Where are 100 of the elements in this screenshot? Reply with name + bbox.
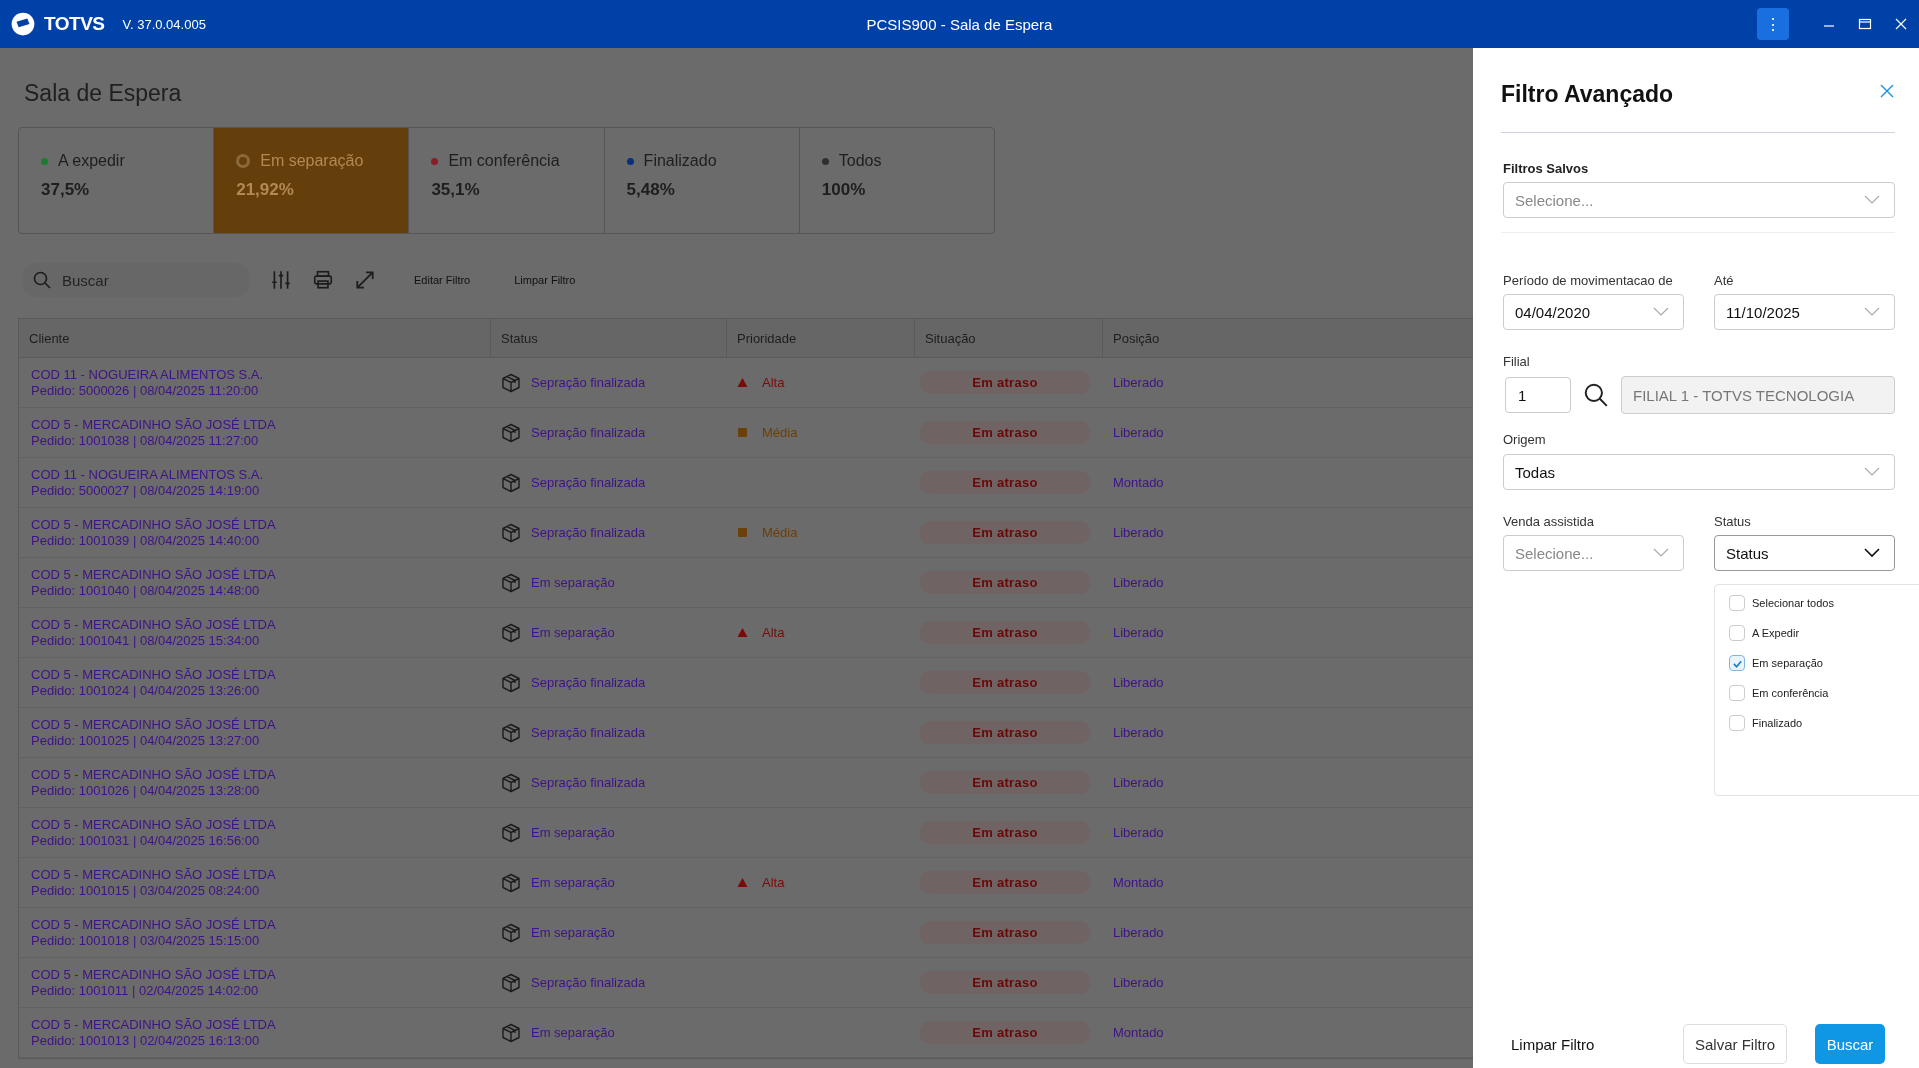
print-icon[interactable]	[312, 269, 334, 291]
checkbox[interactable]	[1729, 685, 1745, 701]
field-label: Filial	[1503, 354, 1531, 369]
order-info: Pedido: 1001031 | 04/04/2025 16:56:00	[31, 832, 260, 849]
position-text: Liberado	[1113, 825, 1164, 840]
status-text: Sepração finalizada	[531, 775, 646, 790]
sliders-icon[interactable]	[270, 269, 292, 291]
status-text: Sepração finalizada	[531, 725, 646, 740]
panel-title: Filtro Avançado	[1501, 79, 1674, 108]
status-text: Sepração finalizada	[531, 975, 646, 990]
window-title: PCSIS900 - Sala de Espera	[866, 15, 1053, 33]
date-field[interactable]: 04/04/2020	[1503, 294, 1684, 330]
situation-badge: Em atraso	[920, 471, 1090, 494]
situation-badge: Em atraso	[920, 571, 1090, 594]
client-name: COD 5 - MERCADINHO SÃO JOSÉ LTDA	[31, 716, 276, 733]
assisted-sale-select[interactable]: Selecione...	[1503, 535, 1684, 571]
version-label: V. 37.0.04.005	[122, 16, 206, 32]
package-icon	[501, 872, 521, 893]
package-icon	[501, 922, 521, 943]
position-text: Liberado	[1113, 725, 1164, 740]
priority-text: Alta	[762, 875, 785, 890]
client-name: COD 5 - MERCADINHO SÃO JOSÉ LTDA	[31, 416, 276, 433]
chevron-icon	[1653, 307, 1669, 317]
client-name: COD 5 - MERCADINHO SÃO JOSÉ LTDA	[31, 666, 276, 683]
client-name: COD 5 - MERCADINHO SÃO JOSÉ LTDA	[31, 616, 276, 633]
order-info: Pedido: 1001013 | 02/04/2025 16:13:00	[31, 1032, 260, 1049]
save-filter-button[interactable]: Salvar Filtro	[1683, 1024, 1787, 1064]
card-label: Em separação	[260, 152, 364, 170]
order-info: Pedido: 1001040 | 08/04/2025 14:48:00	[31, 582, 260, 599]
brand-name: TOTVS	[44, 13, 105, 35]
column-header: Prioridade	[727, 319, 915, 357]
chevron-icon	[1653, 548, 1669, 558]
package-icon	[501, 572, 521, 593]
situation-badge: Em atraso	[920, 821, 1090, 844]
clear-filter-button[interactable]: Limpar Filtro	[1505, 1034, 1601, 1054]
status-option[interactable]: Em separação	[1729, 653, 1919, 673]
package-icon	[501, 472, 521, 493]
situation-badge: Em atraso	[920, 371, 1090, 394]
saved-filters-select[interactable]: Selecione...	[1503, 182, 1895, 218]
clear-filter-button[interactable]: Limpar Filtro	[508, 273, 582, 287]
status-text: Em separação	[531, 575, 615, 590]
position-text: Liberado	[1113, 975, 1164, 990]
square-icon	[737, 527, 748, 538]
position-text: Liberado	[1113, 575, 1164, 590]
expand-icon[interactable]	[354, 269, 376, 291]
order-info: Pedido: 1001041 | 08/04/2025 15:34:00	[31, 632, 260, 649]
order-info: Pedido: 5000026 | 08/04/2025 11:20:00	[31, 382, 259, 399]
situation-badge: Em atraso	[920, 971, 1090, 994]
card-value: 21,92%	[236, 180, 295, 200]
status-option[interactable]: A Expedir	[1729, 623, 1919, 643]
page-title: Sala de Espera	[24, 80, 183, 107]
card-value: 37,5%	[41, 180, 91, 200]
column-header: Situação	[915, 319, 1103, 357]
priority-text: Alta	[762, 625, 785, 640]
status-text: Sepração finalizada	[531, 525, 646, 540]
client-name: COD 11 - NOGUEIRA ALIMENTOS S.A.	[31, 466, 264, 483]
checkbox[interactable]	[1729, 625, 1745, 641]
situation-badge: Em atraso	[920, 871, 1090, 894]
origin-select[interactable]: Todas	[1503, 454, 1895, 490]
package-icon	[501, 972, 521, 993]
card-label: Em conferência	[448, 152, 560, 170]
order-info: Pedido: 1001011 | 02/04/2025 14:02:00	[31, 982, 259, 999]
column-header: Status	[491, 319, 727, 357]
situation-badge: Em atraso	[920, 521, 1090, 544]
status-option[interactable]: Em conferência	[1729, 683, 1919, 703]
card-value: 35,1%	[431, 180, 481, 200]
status-text: Sepração finalizada	[531, 675, 646, 690]
order-info: Pedido: 1001039 | 08/04/2025 14:40:00	[31, 532, 260, 549]
position-text: Montado	[1113, 1025, 1164, 1040]
client-name: COD 5 - MERCADINHO SÃO JOSÉ LTDA	[31, 1016, 276, 1033]
search-icon[interactable]	[1583, 382, 1609, 408]
card-value: 5,48%	[626, 180, 676, 200]
edit-filter-button[interactable]: Editar Filtro	[408, 273, 477, 287]
checkbox[interactable]	[1729, 655, 1745, 671]
order-info: Pedido: 1001038 | 08/04/2025 11:27:00	[31, 432, 259, 449]
column-header: Cliente	[19, 319, 491, 357]
package-icon	[501, 722, 521, 743]
priority-text: Alta	[762, 375, 785, 390]
branch-code-field[interactable]: 1	[1505, 377, 1571, 413]
status-text: Sepração finalizada	[531, 375, 646, 390]
position-text: Liberado	[1113, 775, 1164, 790]
chevron-icon	[1864, 195, 1880, 205]
checkbox[interactable]	[1729, 595, 1745, 611]
client-name: COD 5 - MERCADINHO SÃO JOSÉ LTDA	[31, 966, 276, 983]
menu-button[interactable]: ⋮	[1757, 8, 1789, 40]
search-field[interactable]: Buscar	[22, 263, 250, 297]
position-text: Liberado	[1113, 525, 1164, 540]
status-option[interactable]: Selecionar todos	[1729, 593, 1919, 613]
branch-name-field: FILIAL 1 - TOTVS TECNOLOGIA	[1621, 376, 1895, 414]
field-label: Origem	[1503, 432, 1547, 447]
maximize-icon[interactable]	[1857, 16, 1873, 32]
position-text: Montado	[1113, 475, 1164, 490]
status-text: Em separação	[531, 875, 615, 890]
chevron-icon	[1864, 307, 1880, 317]
status-select[interactable]: Status	[1714, 535, 1895, 571]
checkbox[interactable]	[1729, 715, 1745, 731]
status-option[interactable]: Finalizado	[1729, 713, 1919, 733]
date-field[interactable]: 11/10/2025	[1714, 294, 1895, 330]
situation-badge: Em atraso	[920, 421, 1090, 444]
close-icon[interactable]	[1893, 16, 1909, 32]
